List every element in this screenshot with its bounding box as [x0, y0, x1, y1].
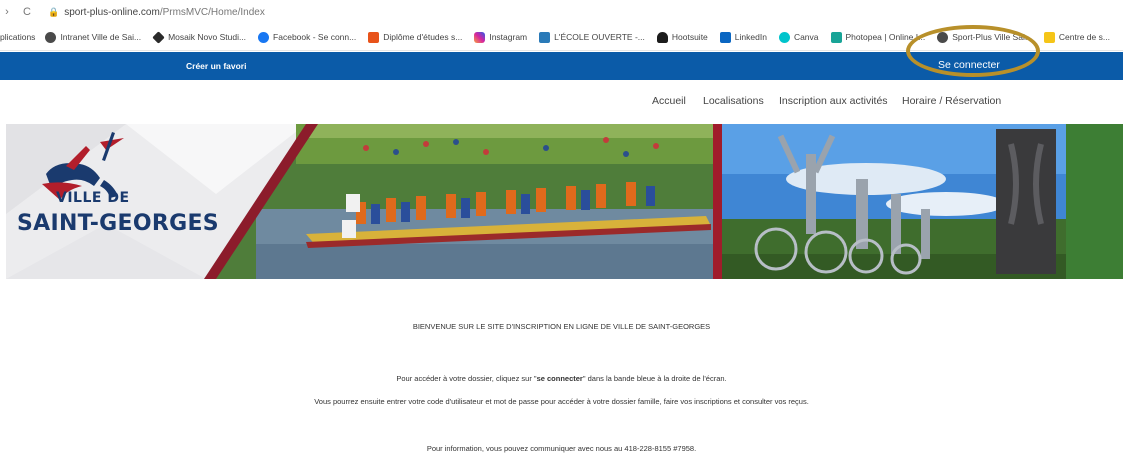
- bookmark-intranet[interactable]: Intranet Ville de Sai...: [45, 31, 142, 43]
- bookmark-mosaik[interactable]: Mosaik Novo Studi...: [152, 30, 247, 44]
- bookmark-label: Centre de s...: [1058, 32, 1110, 42]
- bookmark-label: Canva: [793, 32, 819, 42]
- bookmark-label: plications: [0, 32, 36, 42]
- browser-address-bar: › C 🔒 sport-plus-online.com/PrmsMVC/Home…: [0, 0, 1123, 24]
- linkedin-icon: [719, 31, 731, 43]
- access-text-bold: se connecter: [536, 374, 583, 383]
- highlight-annotation-ellipse: [906, 25, 1040, 77]
- facebook-icon: [258, 31, 270, 43]
- access-instructions: Pour accéder à votre dossier, cliquez su…: [0, 374, 1123, 383]
- logo-line-2: SAINT-GEORGES: [17, 211, 219, 236]
- create-favorite-link[interactable]: Créer un favori: [186, 61, 246, 71]
- sculpture-photo: [722, 124, 1123, 279]
- main-navigation: Accueil Localisations Inscription aux ac…: [0, 80, 1123, 124]
- banner-artwork: [6, 124, 1123, 279]
- nav-registration[interactable]: Inscription aux activités: [779, 95, 888, 107]
- bookmark-label: LinkedIn: [734, 32, 767, 42]
- nav-locations[interactable]: Localisations: [703, 95, 764, 107]
- bookmark-label: Hootsuite: [671, 32, 708, 42]
- lock-icon[interactable]: 🔒: [48, 7, 59, 18]
- nav-schedule[interactable]: Horaire / Réservation: [902, 95, 1001, 107]
- folder-icon: [1043, 31, 1055, 43]
- bookmark-label: Diplôme d'études s...: [383, 32, 463, 42]
- access-text-after: " dans la bande bleue à la droite de l'é…: [582, 374, 727, 383]
- url-host: sport-plus-online.com: [64, 6, 160, 18]
- school-icon: [539, 31, 551, 43]
- bookmark-diplome[interactable]: Diplôme d'études s...: [368, 31, 463, 43]
- bookmark-label: Intranet Ville de Sai...: [60, 32, 142, 42]
- bookmark-applications[interactable]: plications: [0, 32, 35, 42]
- welcome-heading: BIENVENUE SUR LE SITE D'INSCRIPTION EN L…: [412, 322, 711, 331]
- bookmark-ecole-ouverte[interactable]: L'ÉCOLE OUVERTE -...: [539, 31, 645, 43]
- bookmark-label: Instagram: [489, 32, 528, 42]
- diamond-icon: [152, 30, 165, 44]
- access-text-before: Pour accéder à votre dossier, cliquez su…: [396, 374, 537, 383]
- bookmark-label: Facebook - Se conn...: [273, 32, 357, 42]
- globe-icon: [45, 31, 57, 43]
- hero-banner: VILLE DE SAINT-GEORGES: [6, 124, 1123, 279]
- owl-icon: [656, 31, 668, 43]
- canva-icon: [778, 31, 790, 43]
- forward-arrow-icon[interactable]: ›: [0, 6, 14, 18]
- photopea-icon: [830, 31, 842, 43]
- logo-line-1: VILLE DE: [56, 190, 130, 206]
- url-path: /PrmsMVC/Home/Index: [159, 6, 265, 18]
- reload-icon[interactable]: C: [20, 6, 34, 18]
- account-instructions: Vous pourrez ensuite entrer votre code d…: [314, 397, 809, 406]
- bookmark-instagram[interactable]: Instagram: [474, 31, 528, 43]
- bookmark-label: L'ÉCOLE OUVERTE -...: [554, 32, 645, 42]
- url-field[interactable]: sport-plus-online.com/PrmsMVC/Home/Index: [64, 7, 265, 18]
- nav-home[interactable]: Accueil: [652, 95, 686, 107]
- instagram-icon: [474, 31, 486, 43]
- bookmark-linkedin[interactable]: LinkedIn: [719, 31, 767, 43]
- bookmark-centre[interactable]: Centre de s...: [1043, 31, 1110, 43]
- bookmark-hootsuite[interactable]: Hootsuite: [656, 31, 708, 43]
- bookmark-facebook[interactable]: Facebook - Se conn...: [258, 31, 357, 43]
- app-grid-icon: [368, 31, 380, 43]
- bookmark-canva[interactable]: Canva: [778, 31, 819, 43]
- bookmark-label: Mosaik Novo Studi...: [168, 32, 247, 42]
